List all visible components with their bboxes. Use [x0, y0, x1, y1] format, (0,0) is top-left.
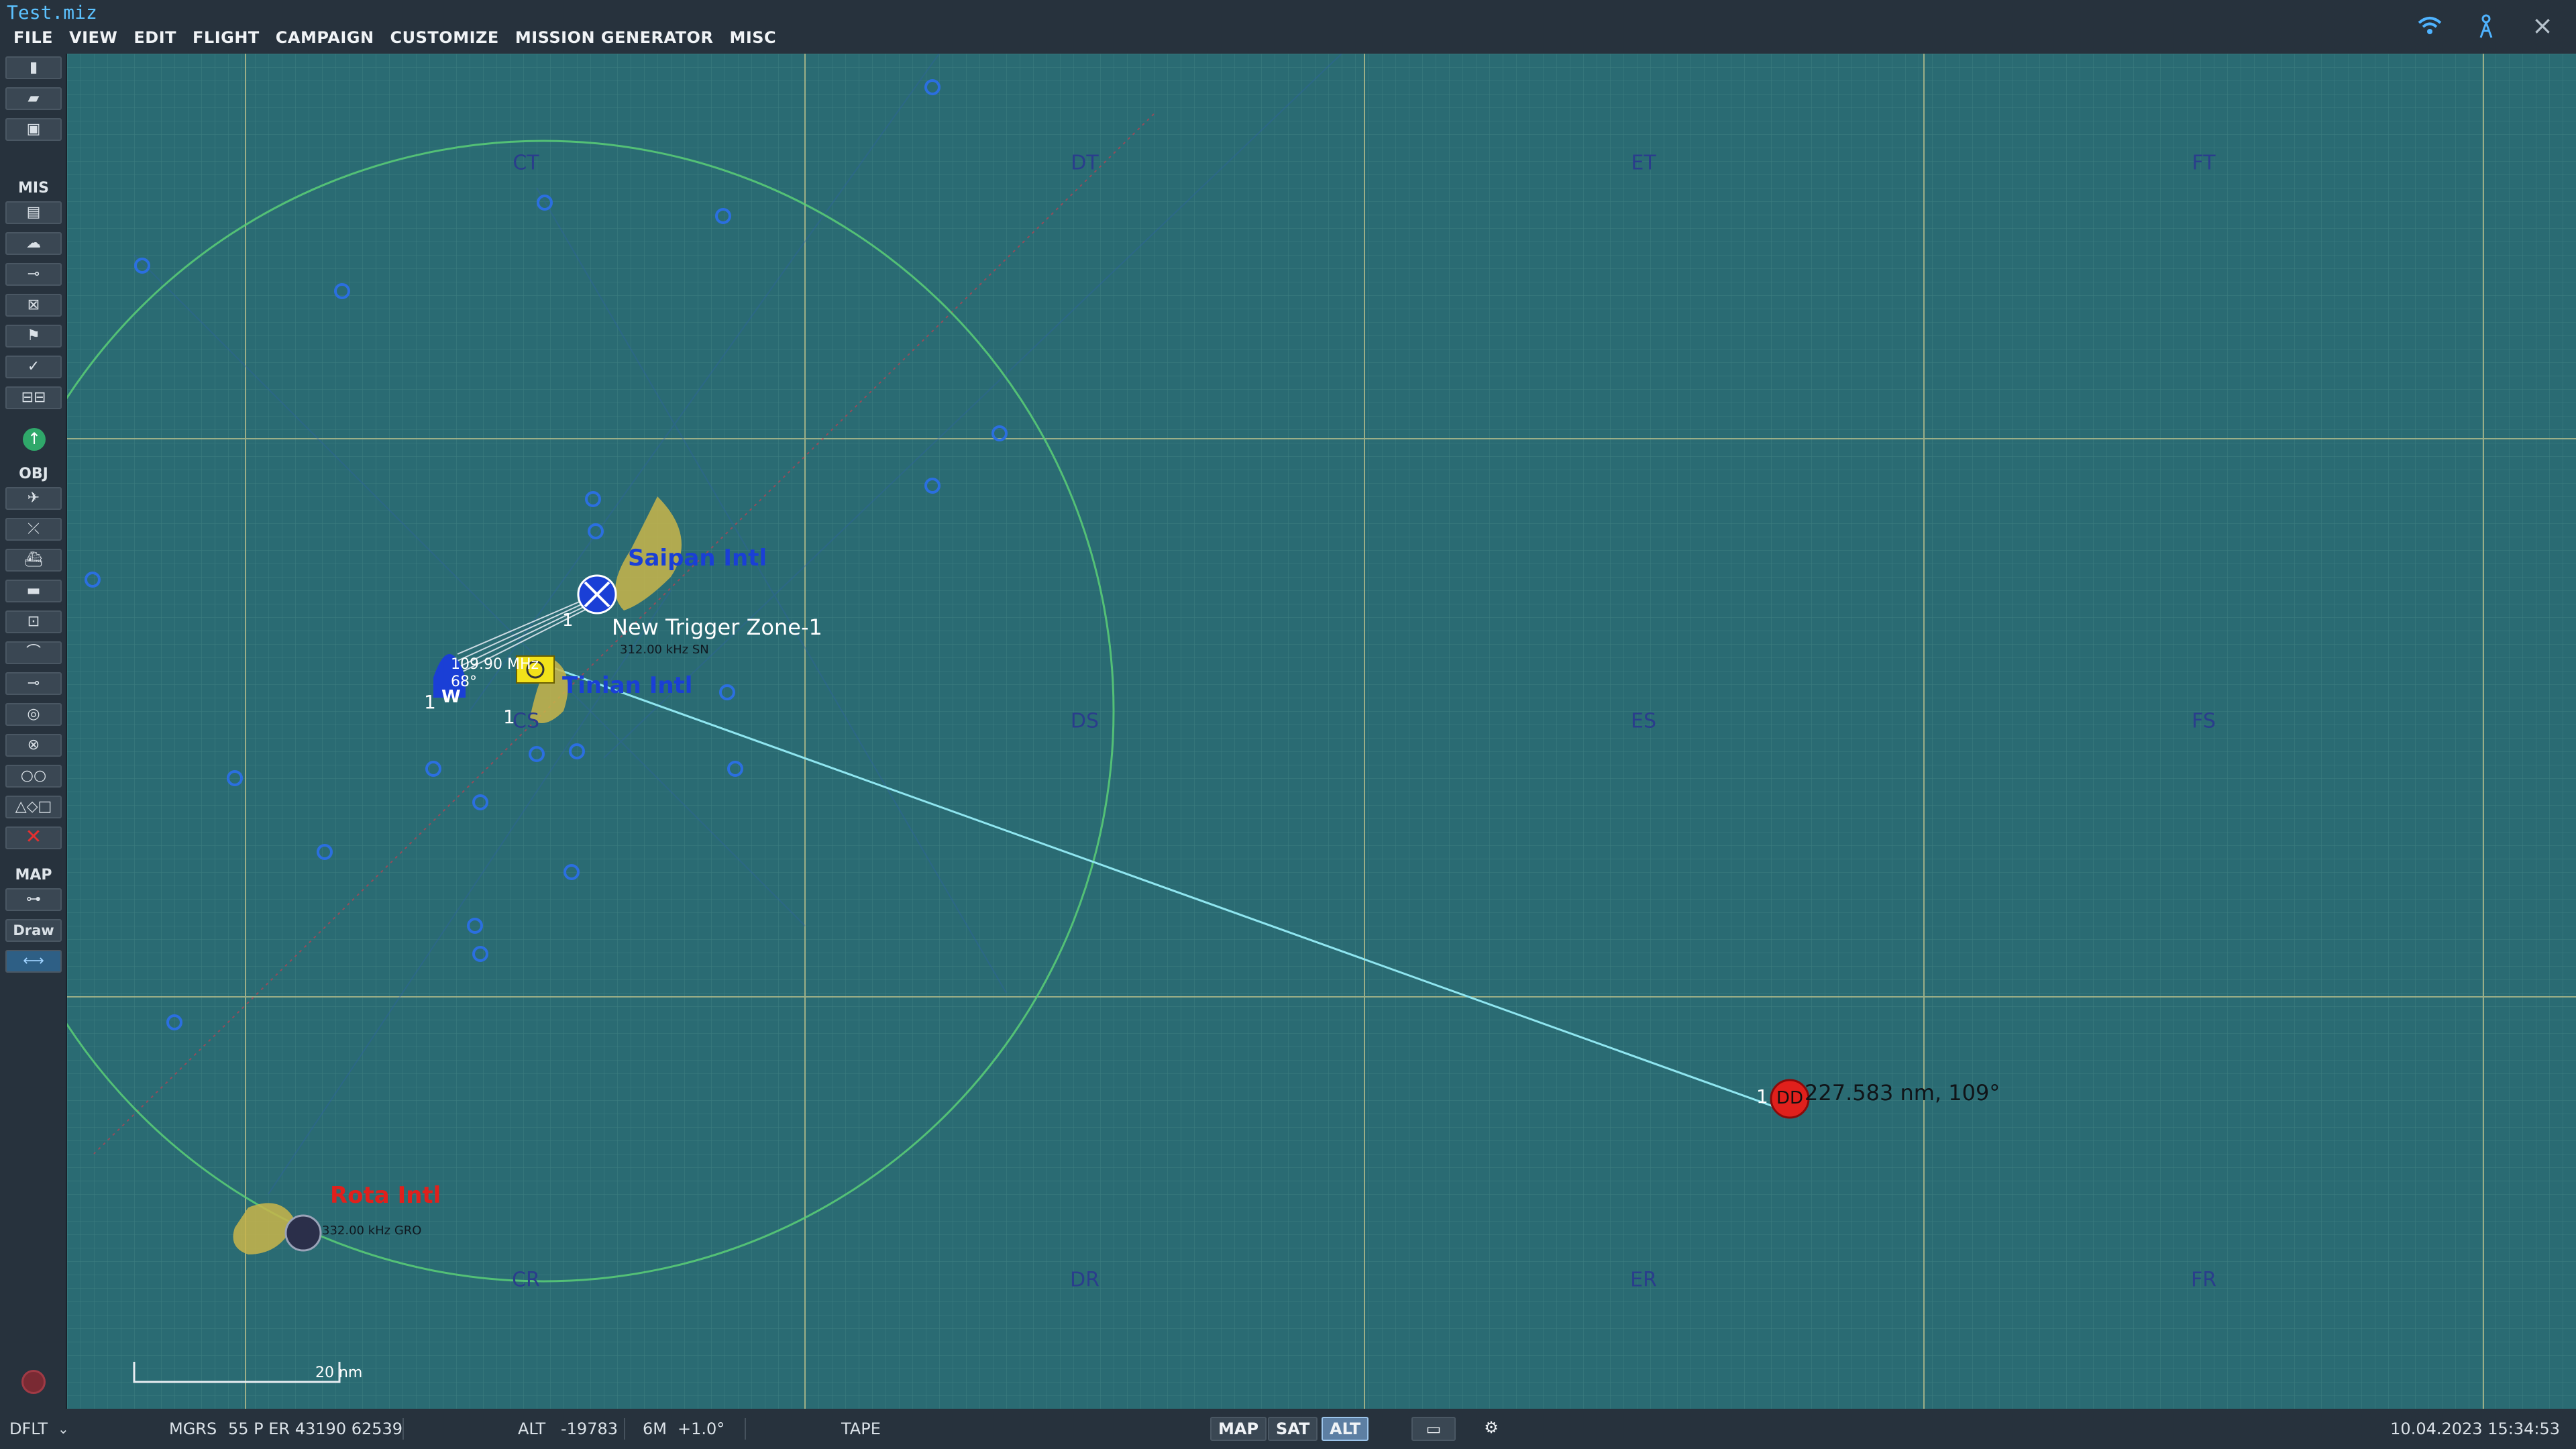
saipan-freq-label: 312.00 kHz SN — [620, 643, 709, 657]
template-icon[interactable]: ○○ — [5, 765, 62, 788]
menu-file[interactable]: FILE — [7, 25, 61, 50]
trigger-zone-label[interactable]: New Trigger Zone-1 — [612, 614, 822, 640]
grid-label-ct: CT — [513, 151, 539, 175]
section-obj-label: OBJ — [19, 466, 48, 482]
layers-icon[interactable]: ▭ — [1411, 1417, 1456, 1441]
menu-bar: FILE VIEW EDIT FLIGHT CAMPAIGN CUSTOMIZE… — [7, 25, 784, 50]
grid-label-ft: FT — [2192, 151, 2216, 175]
divider — [402, 1418, 404, 1440]
chevron-down-icon[interactable]: ⌄ — [58, 1409, 69, 1449]
folder-open-icon[interactable]: ▰ — [5, 87, 62, 110]
divider — [624, 1418, 625, 1440]
menu-campaign[interactable]: CAMPAIGN — [268, 25, 382, 50]
map-canvas[interactable]: CT DT ET FT CS DS ES FS CR DR ER FR Saip… — [67, 54, 2576, 1409]
menu-mission-generator[interactable]: MISSION GENERATOR — [507, 25, 722, 50]
menu-edit[interactable]: EDIT — [125, 25, 184, 50]
magvar: +1.0° — [678, 1419, 725, 1438]
grid-label-cr: CR — [512, 1268, 540, 1292]
rota-label[interactable]: Rota Intl — [330, 1182, 441, 1209]
bridge-icon[interactable]: ⌒ — [5, 641, 62, 664]
tinian-freq-label: 109.90 MHz — [451, 656, 539, 673]
red-unit-label: DD — [1776, 1088, 1804, 1108]
plane-icon[interactable]: ✈ — [5, 487, 62, 510]
tape-label: TAPE — [841, 1419, 881, 1438]
tape-icon[interactable]: ⟷ — [5, 950, 62, 973]
flag-icon[interactable]: ⚑ — [5, 325, 62, 347]
grid-label-fs: FS — [2192, 709, 2216, 733]
arrow-up-icon[interactable]: ↑ — [23, 428, 46, 451]
unit-number: 1 — [562, 610, 574, 631]
window-title: Test.miz — [7, 1, 97, 23]
title-bar: Test.miz FILE VIEW EDIT FLIGHT CAMPAIGN … — [0, 0, 2576, 54]
section-map-label: MAP — [15, 867, 52, 883]
clipboard-icon[interactable]: ▤ — [5, 201, 62, 224]
file-new-icon[interactable]: ▮ — [5, 56, 62, 79]
cross-circle-icon[interactable]: ⊗ — [5, 734, 62, 757]
map-view-button[interactable]: MAP — [1210, 1417, 1267, 1441]
alt-label: ALT — [518, 1419, 546, 1438]
grid-label-et: ET — [1631, 151, 1656, 175]
save-icon[interactable]: ▣ — [5, 118, 62, 141]
scale-label: 20 nm — [315, 1364, 363, 1381]
trigger-icon[interactable]: ⊠ — [5, 294, 62, 317]
ruler-icon[interactable]: ⊶ — [5, 888, 62, 911]
grid-label-dr: DR — [1070, 1268, 1099, 1292]
rota-navaid-icon[interactable] — [284, 1214, 322, 1252]
delete-icon[interactable]: ✕ — [5, 826, 62, 849]
sat-view-button[interactable]: SAT — [1268, 1417, 1318, 1441]
helicopter-icon[interactable]: ⤫ — [5, 518, 62, 541]
cloud-icon[interactable]: ☁ — [5, 232, 62, 255]
shapes-icon[interactable]: △◇□ — [5, 796, 62, 818]
zoom-level: 6M — [643, 1419, 667, 1438]
profile-selector[interactable]: DFLT — [9, 1409, 48, 1449]
route-icon[interactable]: ⊸ — [5, 263, 62, 286]
grid-label-er: ER — [1630, 1268, 1657, 1292]
status-bar: DFLT ⌄ MGRS 55 P ER 43190 62539 ALT -197… — [0, 1409, 2576, 1449]
grid-label-ds: DS — [1070, 709, 1099, 733]
rota-freq-label: 332.00 kHz GRO — [322, 1224, 422, 1238]
grid-label-dt: DT — [1071, 151, 1099, 175]
menu-misc[interactable]: MISC — [721, 25, 784, 50]
grid-label-es: ES — [1631, 709, 1656, 733]
left-toolbar: ▮ ▰ ▣ MIS ▤ ☁ ⊸ ⊠ ⚑ ✓ ⊟⊟ ↑ OBJ ✈ ⤫ ⛴ ▬ ⊡… — [0, 54, 67, 1409]
vehicle-icon[interactable]: ▬ — [5, 580, 62, 602]
unit-number: 1 — [424, 691, 436, 713]
title-icons: × — [2416, 12, 2556, 39]
menu-flight[interactable]: FLIGHT — [184, 25, 268, 50]
datetime: 10.04.2023 15:34:53 — [2390, 1419, 2560, 1438]
unit-number: 1 — [1756, 1085, 1768, 1108]
waypoint-icon[interactable]: ⊸ — [5, 672, 62, 695]
menu-customize[interactable]: CUSTOMIZE — [382, 25, 507, 50]
grid-label-fr: FR — [2190, 1268, 2217, 1292]
settings-icon[interactable]: ⚙ — [1476, 1417, 1507, 1441]
check-icon[interactable]: ✓ — [5, 356, 62, 378]
unit-number: 1 — [503, 706, 515, 728]
saipan-label[interactable]: Saipan Intl — [628, 545, 767, 572]
close-icon[interactable]: × — [2529, 12, 2556, 39]
failures-icon[interactable]: ⊟⊟ — [5, 386, 62, 409]
draw-button[interactable]: Draw — [5, 919, 62, 942]
alt-view-button[interactable]: ALT — [1322, 1417, 1369, 1441]
coord-type[interactable]: MGRS — [169, 1409, 217, 1449]
target-icon[interactable]: ◎ — [5, 703, 62, 726]
ship-icon[interactable]: ⛴ — [5, 549, 62, 572]
static-object-icon[interactable]: ⊡ — [5, 610, 62, 633]
antenna-icon[interactable] — [2473, 12, 2500, 39]
menu-view[interactable]: VIEW — [61, 25, 125, 50]
section-mis-label: MIS — [18, 180, 49, 197]
grid-label-cs: CS — [513, 709, 539, 733]
record-icon[interactable] — [21, 1370, 46, 1394]
coord-value: 55 P ER 43190 62539 — [228, 1419, 403, 1438]
wifi-icon[interactable] — [2416, 12, 2443, 39]
divider — [745, 1418, 746, 1440]
measure-readout: 227.583 nm, 109° — [1805, 1080, 2000, 1106]
waypoint-letter: W — [441, 687, 461, 707]
tinian-label[interactable]: Tinian Intl — [562, 672, 692, 699]
alt-value: -19783 — [561, 1419, 619, 1438]
